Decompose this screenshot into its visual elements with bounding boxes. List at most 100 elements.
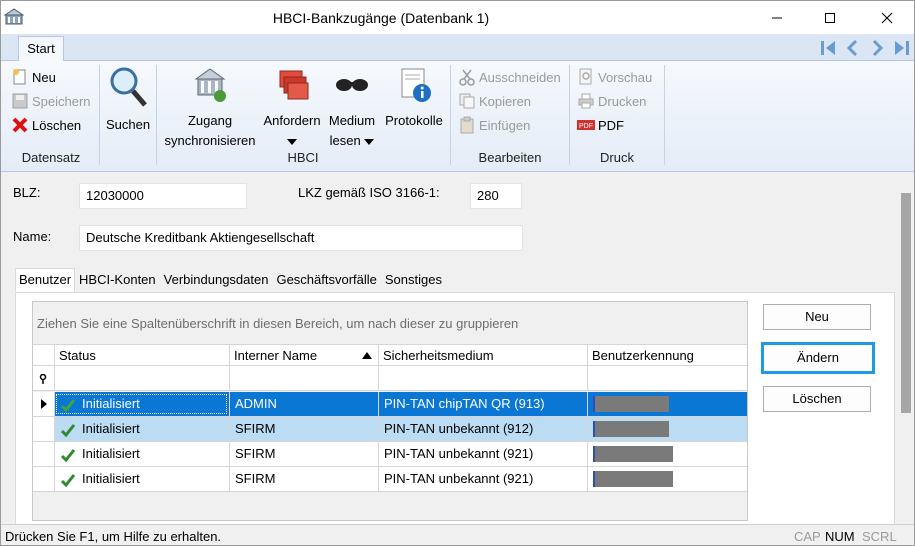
checkmark-icon bbox=[60, 398, 76, 412]
pdf-label: PDF bbox=[598, 117, 624, 133]
lkz-field[interactable]: 280 bbox=[470, 183, 522, 209]
status-message: Drücken Sie F1, um Hilfe zu erhalten. bbox=[5, 529, 222, 544]
filter-cell-benutzerkennung[interactable] bbox=[587, 366, 747, 391]
read-medium-label-2: lesen bbox=[329, 133, 361, 148]
tab-benutzer[interactable]: Benutzer bbox=[15, 268, 76, 292]
filter-cell-status[interactable] bbox=[54, 366, 229, 391]
sync-access-label-2: synchronisieren bbox=[164, 133, 256, 148]
magnifier-search-icon bbox=[110, 67, 147, 107]
copy-icon bbox=[459, 93, 475, 109]
caps-lock-indicator: CAP bbox=[794, 529, 821, 544]
app-window: HBCI-Bankzugänge (Datenbank 1) Start Neu bbox=[0, 0, 915, 546]
cell-benutzerkennung bbox=[587, 467, 747, 491]
vertical-scrollbar[interactable] bbox=[898, 173, 914, 524]
previous-record-icon[interactable] bbox=[842, 37, 864, 59]
edit-user-button[interactable]: Ändern bbox=[761, 342, 875, 374]
blz-field[interactable]: 12030000 bbox=[79, 183, 247, 209]
request-dropdown-button[interactable]: Anfordern bbox=[259, 65, 325, 151]
new-record-button[interactable]: Neu bbox=[11, 66, 56, 88]
row-indicator bbox=[33, 467, 54, 491]
cell-interner-name: SFIRM bbox=[229, 442, 378, 466]
group-label-bearbeiten: Bearbeiten bbox=[478, 150, 542, 165]
minimize-icon bbox=[772, 17, 782, 18]
pdf-button[interactable]: PDF PDF bbox=[577, 114, 624, 136]
cut-button[interactable]: Ausschneiden bbox=[458, 66, 561, 88]
tab-hbci-konten[interactable]: HBCI-Konten bbox=[75, 268, 160, 292]
group-label-datensatz: Datensatz bbox=[21, 150, 81, 165]
save-label: Speichern bbox=[32, 93, 91, 109]
table-row[interactable]: Initialisiert ADMIN PIN-TAN chipTAN QR (… bbox=[33, 392, 747, 417]
request-label: Anfordern bbox=[263, 113, 321, 128]
copy-button[interactable]: Kopieren bbox=[458, 90, 531, 112]
cell-interner-name: ADMIN bbox=[229, 392, 378, 416]
record-navigation bbox=[818, 37, 912, 59]
close-button[interactable] bbox=[864, 1, 910, 34]
main-content: BLZ: 12030000 LKZ gemäß ISO 3166-1: 280 … bbox=[1, 173, 898, 532]
status-text: Initialisiert bbox=[82, 396, 140, 411]
close-icon bbox=[881, 12, 893, 23]
filter-row bbox=[33, 366, 747, 391]
scrollbar-thumb[interactable] bbox=[901, 193, 911, 413]
blz-label: BLZ: bbox=[13, 185, 41, 200]
save-button[interactable]: Speichern bbox=[11, 90, 91, 112]
cell-status: Initialisiert bbox=[54, 417, 229, 441]
group-by-hint[interactable]: Ziehen Sie eine Spaltenüberschrift in di… bbox=[37, 316, 518, 331]
chevron-down-icon bbox=[364, 138, 375, 145]
paste-button[interactable]: Einfügen bbox=[458, 114, 530, 136]
table-row[interactable]: Initialisiert SFIRM PIN-TAN unbekannt (9… bbox=[33, 417, 747, 442]
title-bar: HBCI-Bankzugänge (Datenbank 1) bbox=[1, 1, 914, 34]
print-preview-button[interactable]: Vorschau bbox=[577, 66, 652, 88]
sync-access-label-1: Zugang bbox=[187, 113, 233, 128]
delete-record-button[interactable]: Löschen bbox=[11, 114, 81, 136]
row-indicator bbox=[33, 392, 54, 416]
save-disk-icon bbox=[12, 93, 28, 109]
delete-record-label: Löschen bbox=[32, 117, 82, 133]
filter-cell-interner-name[interactable] bbox=[229, 366, 378, 391]
tab-geschaeftsvorfaelle[interactable]: Geschäftsvorfälle bbox=[272, 268, 380, 292]
column-header-benutzerkennung[interactable]: Benutzerkennung bbox=[587, 345, 747, 366]
last-record-icon[interactable] bbox=[890, 37, 912, 59]
new-user-button[interactable]: Neu bbox=[763, 304, 871, 330]
sync-access-button[interactable]: Zugang synchronisieren bbox=[159, 65, 261, 151]
search-button[interactable]: Suchen bbox=[102, 63, 154, 135]
filter-cell-sicherheitsmedium[interactable] bbox=[378, 366, 587, 391]
row-indicator-header bbox=[33, 345, 54, 366]
new-record-label: Neu bbox=[32, 69, 56, 85]
tab-verbindungsdaten[interactable]: Verbindungsdaten bbox=[160, 268, 273, 292]
print-button[interactable]: Drucken bbox=[577, 90, 646, 112]
redacted-value bbox=[593, 446, 673, 462]
column-header-interner-name[interactable]: Interner Name bbox=[229, 345, 378, 366]
first-record-icon[interactable] bbox=[818, 37, 840, 59]
delete-user-button[interactable]: Löschen bbox=[763, 386, 871, 412]
name-field[interactable]: Deutsche Kreditbank Aktiengesellschaft bbox=[79, 225, 523, 251]
ribbon-tab-start[interactable]: Start bbox=[18, 36, 64, 62]
redacted-value bbox=[593, 421, 669, 437]
table-row[interactable]: Initialisiert SFIRM PIN-TAN unbekannt (9… bbox=[33, 467, 747, 492]
cell-benutzerkennung bbox=[587, 442, 747, 466]
column-header-sicherheitsmedium[interactable]: Sicherheitsmedium bbox=[378, 345, 587, 366]
maximize-button[interactable] bbox=[807, 1, 853, 34]
next-record-icon[interactable] bbox=[866, 37, 888, 59]
tab-sonstiges[interactable]: Sonstiges bbox=[381, 268, 446, 292]
delete-x-icon bbox=[12, 117, 28, 133]
maximize-icon bbox=[825, 12, 835, 23]
svg-text:PDF: PDF bbox=[579, 123, 593, 130]
print-preview-label: Vorschau bbox=[598, 69, 653, 85]
protocol-info-icon bbox=[401, 68, 431, 102]
status-text: Initialisiert bbox=[82, 446, 140, 461]
cell-sicherheitsmedium: PIN-TAN chipTAN QR (913) bbox=[378, 392, 587, 416]
cell-sicherheitsmedium: PIN-TAN unbekannt (921) bbox=[378, 442, 587, 466]
column-header-interner-name-label: Interner Name bbox=[234, 348, 318, 363]
glasses-icon bbox=[336, 79, 368, 91]
minimize-button[interactable] bbox=[754, 1, 800, 34]
redacted-value bbox=[593, 471, 673, 487]
ribbon-separator bbox=[99, 65, 100, 165]
status-bar: Drücken Sie F1, um Hilfe zu erhalten. CA… bbox=[1, 524, 914, 545]
table-row[interactable]: Initialisiert SFIRM PIN-TAN unbekannt (9… bbox=[33, 442, 747, 467]
tab-panel-benutzer: Ziehen Sie eine Spaltenüberschrift in di… bbox=[15, 292, 895, 532]
copy-label: Kopieren bbox=[479, 93, 532, 109]
column-header-status[interactable]: Status bbox=[54, 345, 229, 366]
cut-label: Ausschneiden bbox=[479, 69, 561, 85]
read-medium-button[interactable]: Medium lesen bbox=[326, 65, 378, 151]
protocols-button[interactable]: Protokolle bbox=[380, 65, 448, 131]
